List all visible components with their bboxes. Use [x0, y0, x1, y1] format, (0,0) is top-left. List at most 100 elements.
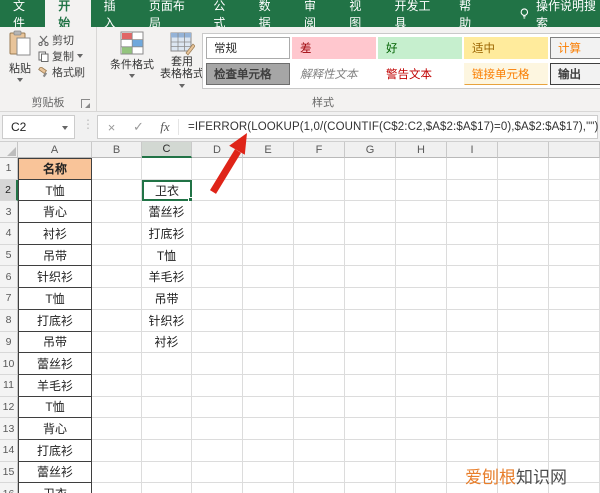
cell-x103[interactable]	[549, 201, 600, 224]
cell-x91[interactable]	[498, 158, 549, 180]
cell-x93[interactable]	[498, 201, 549, 224]
cell-x1012[interactable]	[549, 396, 600, 419]
cell-B2[interactable]	[92, 179, 142, 202]
column-header-H[interactable]: H	[396, 142, 447, 158]
cell-A9[interactable]: 吊带	[18, 331, 92, 354]
cell-B8[interactable]	[92, 309, 142, 332]
column-header-G[interactable]: G	[345, 142, 396, 158]
cell-I5[interactable]	[447, 244, 498, 267]
cell-A8[interactable]: 打底衫	[18, 309, 92, 332]
cell-F5[interactable]	[294, 244, 345, 267]
cell-A14[interactable]: 打底衫	[18, 439, 92, 462]
cell-A16[interactable]: 卫衣	[18, 483, 92, 493]
cell-C4[interactable]: 打底衫	[142, 223, 192, 245]
cell-B12[interactable]	[92, 396, 142, 419]
cell-G5[interactable]	[345, 244, 396, 267]
insert-function-icon[interactable]: fx	[152, 119, 179, 135]
cell-G6[interactable]	[345, 266, 396, 289]
tab-review[interactable]: 审阅	[291, 0, 336, 30]
cell-E2[interactable]	[243, 179, 294, 202]
cell-E3[interactable]	[243, 201, 294, 224]
paste-button[interactable]: 粘贴	[4, 30, 36, 90]
style-chip-calculation[interactable]: 计算	[550, 37, 600, 59]
cell-G11[interactable]	[345, 374, 396, 397]
cell-C13[interactable]	[142, 418, 192, 440]
column-header-D[interactable]: D	[192, 142, 243, 158]
name-box-dropdown-icon[interactable]	[62, 126, 68, 130]
cell-B7[interactable]	[92, 288, 142, 310]
cell-x95[interactable]	[498, 244, 549, 267]
row-header-4[interactable]: 4	[0, 223, 18, 245]
cell-D12[interactable]	[192, 396, 243, 419]
row-header-16[interactable]: 16	[0, 483, 18, 493]
tab-developer[interactable]: 开发工具	[382, 0, 447, 30]
cell-I9[interactable]	[447, 331, 498, 354]
cell-G16[interactable]	[345, 483, 396, 493]
cell-x94[interactable]	[498, 223, 549, 245]
cell-I11[interactable]	[447, 374, 498, 397]
cell-H6[interactable]	[396, 266, 447, 289]
cell-D8[interactable]	[192, 309, 243, 332]
style-chip-good[interactable]: 好	[378, 37, 462, 59]
cell-H14[interactable]	[396, 439, 447, 462]
cell-G3[interactable]	[345, 201, 396, 224]
formula-text[interactable]: =IFERROR(LOOKUP(1,0/(COUNTIF(C$2:C2,$A$2…	[179, 121, 598, 133]
style-chip-check-cell[interactable]: 检查单元格	[206, 63, 290, 85]
cell-D3[interactable]	[192, 201, 243, 224]
cell-F2[interactable]	[294, 179, 345, 202]
cell-x102[interactable]	[549, 179, 600, 202]
cell-x107[interactable]	[549, 288, 600, 310]
cell-C2[interactable]: 卫衣	[142, 179, 193, 203]
cell-D4[interactable]	[192, 223, 243, 245]
cell-I13[interactable]	[447, 418, 498, 440]
cell-C12[interactable]	[142, 396, 192, 419]
cell-H5[interactable]	[396, 244, 447, 267]
cell-A2[interactable]: T恤	[18, 179, 92, 202]
cell-F6[interactable]	[294, 266, 345, 289]
cell-I2[interactable]	[447, 179, 498, 202]
cell-C11[interactable]	[142, 374, 192, 397]
cell-x1014[interactable]	[549, 439, 600, 462]
clipboard-dialog-launcher-icon[interactable]	[81, 99, 90, 108]
style-chip-warning-text[interactable]: 警告文本	[378, 63, 462, 85]
cell-D2[interactable]	[192, 179, 243, 202]
cell-H13[interactable]	[396, 418, 447, 440]
tab-home[interactable]: 开始	[45, 0, 91, 30]
cell-E10[interactable]	[243, 353, 294, 375]
tab-formulas[interactable]: 公式	[200, 0, 245, 30]
cell-F16[interactable]	[294, 483, 345, 493]
cell-D10[interactable]	[192, 353, 243, 375]
cell-H16[interactable]	[396, 483, 447, 493]
cell-A13[interactable]: 背心	[18, 418, 92, 440]
cell-E6[interactable]	[243, 266, 294, 289]
tab-page-layout[interactable]: 页面布局	[136, 0, 201, 30]
cell-H15[interactable]	[396, 461, 447, 484]
cell-A4[interactable]: 衬衫	[18, 223, 92, 245]
cell-D14[interactable]	[192, 439, 243, 462]
cell-x1010[interactable]	[549, 353, 600, 375]
format-as-table-button[interactable]: 套用 表格格式	[156, 30, 208, 92]
cell-G7[interactable]	[345, 288, 396, 310]
row-header-2[interactable]: 2	[0, 179, 18, 202]
row-header-9[interactable]: 9	[0, 331, 18, 354]
cell-E9[interactable]	[243, 331, 294, 354]
style-chip-output[interactable]: 输出	[550, 63, 600, 85]
cell-B9[interactable]	[92, 331, 142, 354]
row-header-14[interactable]: 14	[0, 439, 18, 462]
cell-I3[interactable]	[447, 201, 498, 224]
row-header-3[interactable]: 3	[0, 201, 18, 224]
cell-I10[interactable]	[447, 353, 498, 375]
cell-A11[interactable]: 羊毛衫	[18, 374, 92, 397]
paste-dropdown-icon[interactable]	[17, 78, 23, 82]
cell-x912[interactable]	[498, 396, 549, 419]
cell-H1[interactable]	[396, 158, 447, 180]
cell-A3[interactable]: 背心	[18, 201, 92, 224]
cell-E4[interactable]	[243, 223, 294, 245]
cell-B14[interactable]	[92, 439, 142, 462]
column-header-x9[interactable]	[498, 142, 549, 158]
cell-E12[interactable]	[243, 396, 294, 419]
cancel-icon[interactable]: ×	[98, 120, 125, 135]
cell-I7[interactable]	[447, 288, 498, 310]
cell-C16[interactable]	[142, 483, 192, 493]
cell-A6[interactable]: 针织衫	[18, 266, 92, 289]
